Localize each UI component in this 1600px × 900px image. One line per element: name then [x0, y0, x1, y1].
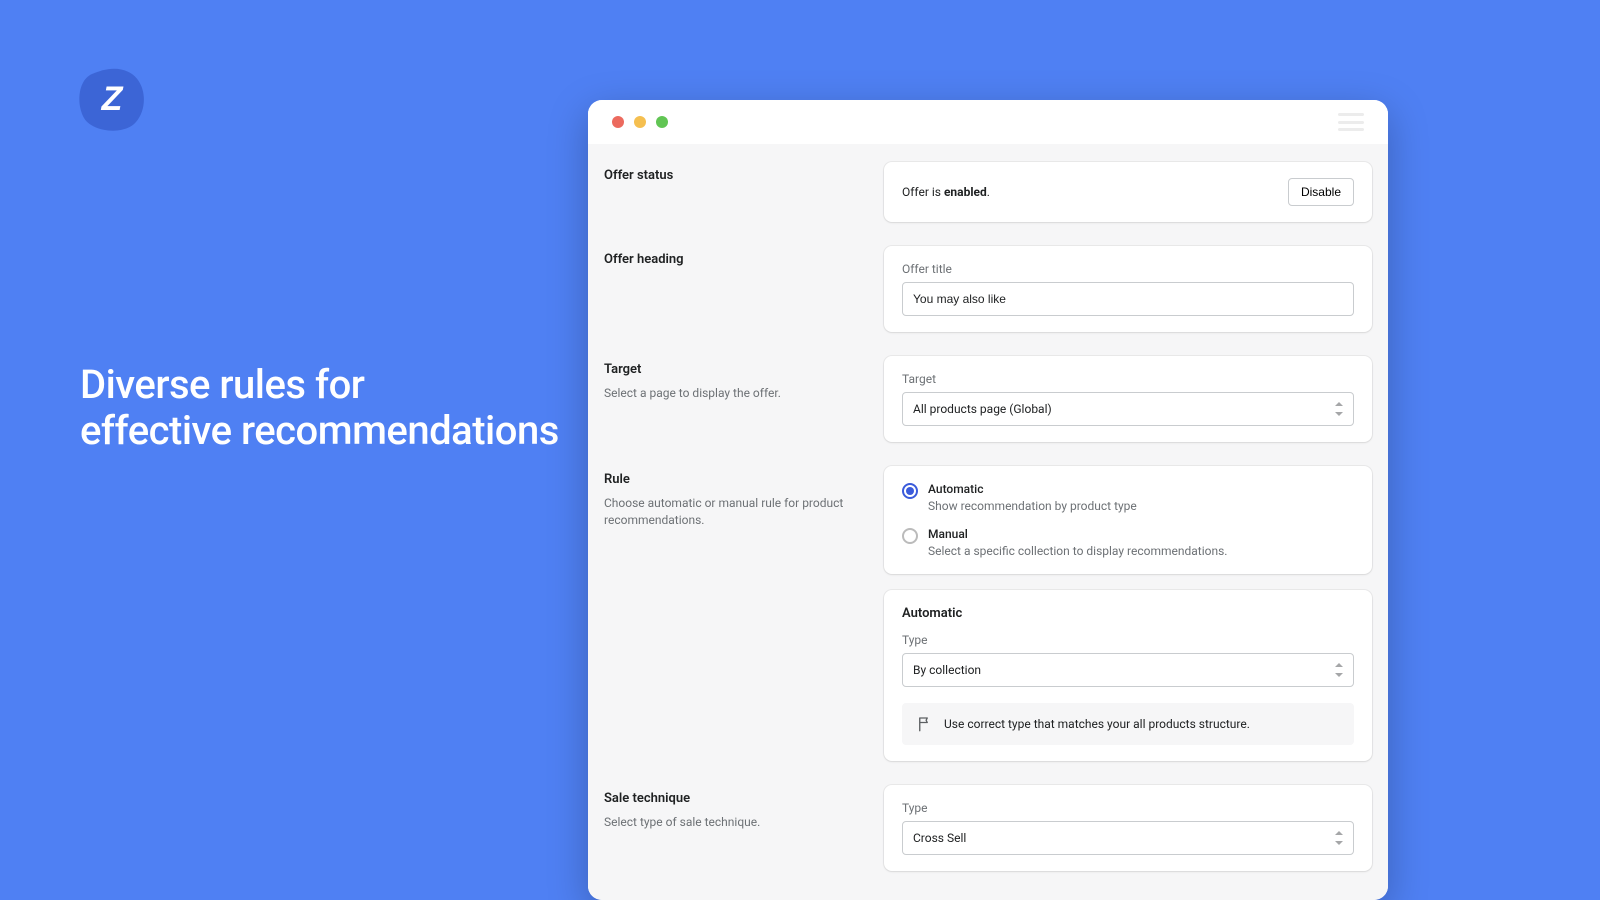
target-select-value: All products page (Global): [913, 402, 1052, 416]
rule-automatic-desc: Show recommendation by product type: [928, 499, 1137, 513]
automatic-card: Automatic Type By collection Use correct…: [884, 590, 1372, 761]
offer-status-title: Offer status: [604, 168, 860, 183]
minimize-icon[interactable]: [634, 116, 646, 128]
settings-pane: Offer status Offer is enabled. Disable O…: [588, 144, 1388, 900]
window-titlebar: [588, 100, 1388, 144]
section-sale-technique: Sale technique Select type of sale techn…: [604, 767, 1372, 871]
automatic-tip: Use correct type that matches your all p…: [902, 703, 1354, 745]
disable-button[interactable]: Disable: [1288, 178, 1354, 206]
section-target: Target Select a page to display the offe…: [604, 338, 1372, 442]
target-select-label: Target: [902, 372, 1354, 386]
sale-technique-desc: Select type of sale technique.: [604, 814, 860, 831]
target-desc: Select a page to display the offer.: [604, 385, 860, 402]
select-caret-icon: [1335, 663, 1343, 677]
automatic-type-value: By collection: [913, 663, 981, 677]
hero-line1: Diverse rules for: [80, 361, 364, 408]
close-icon[interactable]: [612, 116, 624, 128]
app-window: Offer status Offer is enabled. Disable O…: [588, 100, 1388, 900]
automatic-type-select[interactable]: By collection: [902, 653, 1354, 687]
rule-desc: Choose automatic or manual rule for prod…: [604, 495, 860, 529]
hero-line2: effective recommendations: [80, 407, 559, 454]
logo: Z: [72, 60, 152, 140]
select-caret-icon: [1335, 831, 1343, 845]
offer-title-input[interactable]: [902, 282, 1354, 316]
hero-headline: Diverse rules for effective recommendati…: [80, 362, 559, 454]
automatic-heading: Automatic: [902, 606, 1354, 621]
automatic-tip-text: Use correct type that matches your all p…: [944, 717, 1250, 731]
menu-icon[interactable]: [1338, 113, 1364, 131]
rule-manual-desc: Select a specific collection to display …: [928, 544, 1227, 558]
automatic-type-label: Type: [902, 633, 1354, 647]
maximize-icon[interactable]: [656, 116, 668, 128]
rule-automatic-option[interactable]: Automatic Show recommendation by product…: [902, 482, 1354, 513]
rule-automatic-label: Automatic: [928, 482, 1137, 496]
radio-icon: [902, 528, 918, 544]
offer-status-text: Offer is enabled.: [902, 185, 990, 199]
rule-title: Rule: [604, 472, 860, 487]
section-rule: Rule Choose automatic or manual rule for…: [604, 448, 1372, 761]
offer-title-label: Offer title: [902, 262, 1354, 276]
target-title: Target: [604, 362, 860, 377]
sale-technique-type-label: Type: [902, 801, 1354, 815]
section-offer-heading: Offer heading Offer title: [604, 228, 1372, 332]
radio-icon: [902, 483, 918, 499]
sale-technique-select[interactable]: Cross Sell: [902, 821, 1354, 855]
svg-text:Z: Z: [101, 80, 124, 118]
sale-technique-title: Sale technique: [604, 791, 860, 806]
rule-manual-label: Manual: [928, 527, 1227, 541]
target-select[interactable]: All products page (Global): [902, 392, 1354, 426]
offer-heading-title: Offer heading: [604, 252, 860, 267]
flag-icon: [916, 715, 934, 733]
rule-manual-option[interactable]: Manual Select a specific collection to d…: [902, 527, 1354, 558]
sale-technique-value: Cross Sell: [913, 831, 966, 845]
select-caret-icon: [1335, 402, 1343, 416]
section-offer-status: Offer status Offer is enabled. Disable: [604, 144, 1372, 222]
